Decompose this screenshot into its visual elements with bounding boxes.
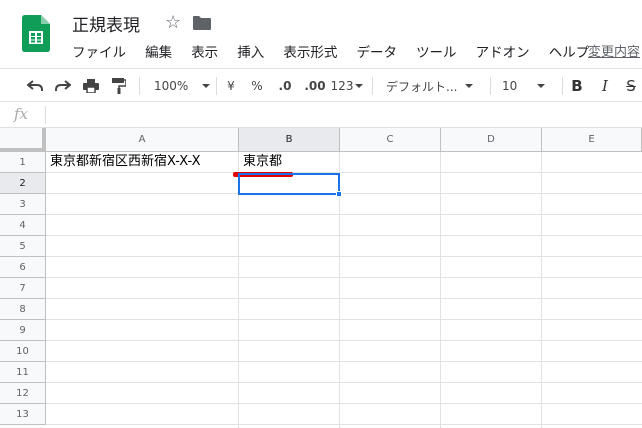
document-title[interactable]: 正規表現: [72, 11, 140, 36]
select-all-corner[interactable]: [0, 128, 46, 152]
redo-icon[interactable]: [52, 76, 74, 96]
grid-line: [46, 214, 642, 215]
formula-bar: fx: [0, 102, 642, 128]
grid-line: [46, 256, 642, 257]
cell-b2-selection[interactable]: [238, 173, 340, 195]
toolbar-divider: [490, 77, 491, 95]
chevron-down-icon: [202, 84, 211, 88]
column-header-e[interactable]: E: [542, 128, 642, 152]
menu-bar: ファイル 編集 表示 挿入 表示形式 データ ツール アドオン ヘルプ: [72, 41, 603, 61]
row-header-7[interactable]: 7: [0, 278, 46, 299]
grid-line: [46, 193, 642, 194]
row-header-11[interactable]: 11: [0, 362, 46, 383]
chevron-down-icon: [355, 84, 364, 88]
toolbar-divider: [216, 77, 217, 95]
chevron-down-icon: [537, 84, 546, 88]
row-header-4[interactable]: 4: [0, 215, 46, 236]
menu-format[interactable]: 表示形式: [283, 41, 337, 61]
toolbar-divider: [562, 77, 563, 95]
font-size-select[interactable]: 10: [496, 76, 556, 96]
currency-format-button[interactable]: ¥: [222, 76, 240, 96]
toolbar-divider: [372, 77, 373, 95]
menu-tools[interactable]: ツール: [416, 41, 457, 61]
row-header-12[interactable]: 12: [0, 383, 46, 404]
cell-a1[interactable]: 東京都新宿区西新宿X-X-X: [50, 152, 201, 172]
toolbar-divider: [139, 77, 140, 95]
app-header: 正規表現 ☆ ファイル 編集 表示 挿入 表示形式 データ ツール アドオン ヘ…: [0, 0, 642, 68]
grid-line: [46, 382, 642, 383]
column-header-b[interactable]: B: [239, 128, 340, 152]
more-formats-select[interactable]: 123: [330, 76, 364, 96]
row-header-3[interactable]: 3: [0, 194, 46, 215]
grid-line: [46, 424, 642, 425]
row-header-10[interactable]: 10: [0, 341, 46, 362]
font-size-value: 10: [502, 79, 518, 93]
strikethrough-button[interactable]: S: [622, 76, 640, 96]
menu-view[interactable]: 表示: [191, 41, 218, 61]
cell-b1[interactable]: 東京都: [243, 152, 282, 172]
menu-edit[interactable]: 編集: [145, 41, 172, 61]
row-header-8[interactable]: 8: [0, 299, 46, 320]
percent-format-button[interactable]: %: [248, 76, 266, 96]
star-icon[interactable]: ☆: [165, 12, 181, 33]
row-header-9[interactable]: 9: [0, 320, 46, 341]
row-header-6[interactable]: 6: [0, 257, 46, 278]
grid-line: [46, 277, 642, 278]
menu-insert[interactable]: 挿入: [237, 41, 264, 61]
more-formats-label: 123: [330, 79, 354, 93]
decrease-decimal-button[interactable]: .0: [274, 76, 296, 96]
grid-line: [46, 298, 642, 299]
menu-data[interactable]: データ: [356, 41, 397, 61]
font-family-select[interactable]: デフォルト...: [382, 76, 478, 96]
row-header-1[interactable]: 1: [0, 152, 46, 173]
print-icon[interactable]: [80, 76, 102, 96]
row-header-5[interactable]: 5: [0, 236, 46, 257]
sheets-logo-icon[interactable]: [22, 15, 50, 52]
grid-line: [46, 235, 642, 236]
menu-help[interactable]: ヘルプ: [549, 41, 590, 61]
undo-icon[interactable]: [24, 76, 46, 96]
increase-decimal-button[interactable]: .00: [302, 76, 328, 96]
italic-button[interactable]: I: [596, 76, 614, 96]
grid-line: [46, 403, 642, 404]
chevron-down-icon: [465, 84, 474, 88]
zoom-value: 100%: [154, 79, 189, 93]
formula-bar-divider: [45, 106, 46, 124]
row-header-13[interactable]: 13: [0, 404, 46, 425]
bold-button[interactable]: B: [568, 76, 586, 96]
menu-file[interactable]: ファイル: [72, 41, 126, 61]
grid-line: [46, 319, 642, 320]
fill-handle[interactable]: [336, 191, 342, 197]
menu-addons[interactable]: アドオン: [476, 41, 530, 61]
column-header-a[interactable]: A: [46, 128, 239, 152]
formula-input[interactable]: [52, 106, 632, 124]
grid-line: [46, 340, 642, 341]
grid-line: [46, 172, 642, 173]
paint-format-icon[interactable]: [108, 76, 130, 96]
column-header-c[interactable]: C: [340, 128, 441, 152]
grid-line: [46, 361, 642, 362]
last-edit-link[interactable]: 変更内容: [588, 41, 640, 60]
row-header-2[interactable]: 2: [0, 173, 46, 194]
folder-icon[interactable]: [193, 16, 211, 30]
zoom-select[interactable]: 100%: [148, 76, 211, 96]
toolbar: 100% ¥ % .0 .00 123 デフォルト... 10 B I S: [0, 68, 642, 102]
fx-icon: fx: [14, 105, 29, 123]
column-header-d[interactable]: D: [441, 128, 542, 152]
font-family-value: デフォルト...: [386, 79, 458, 94]
